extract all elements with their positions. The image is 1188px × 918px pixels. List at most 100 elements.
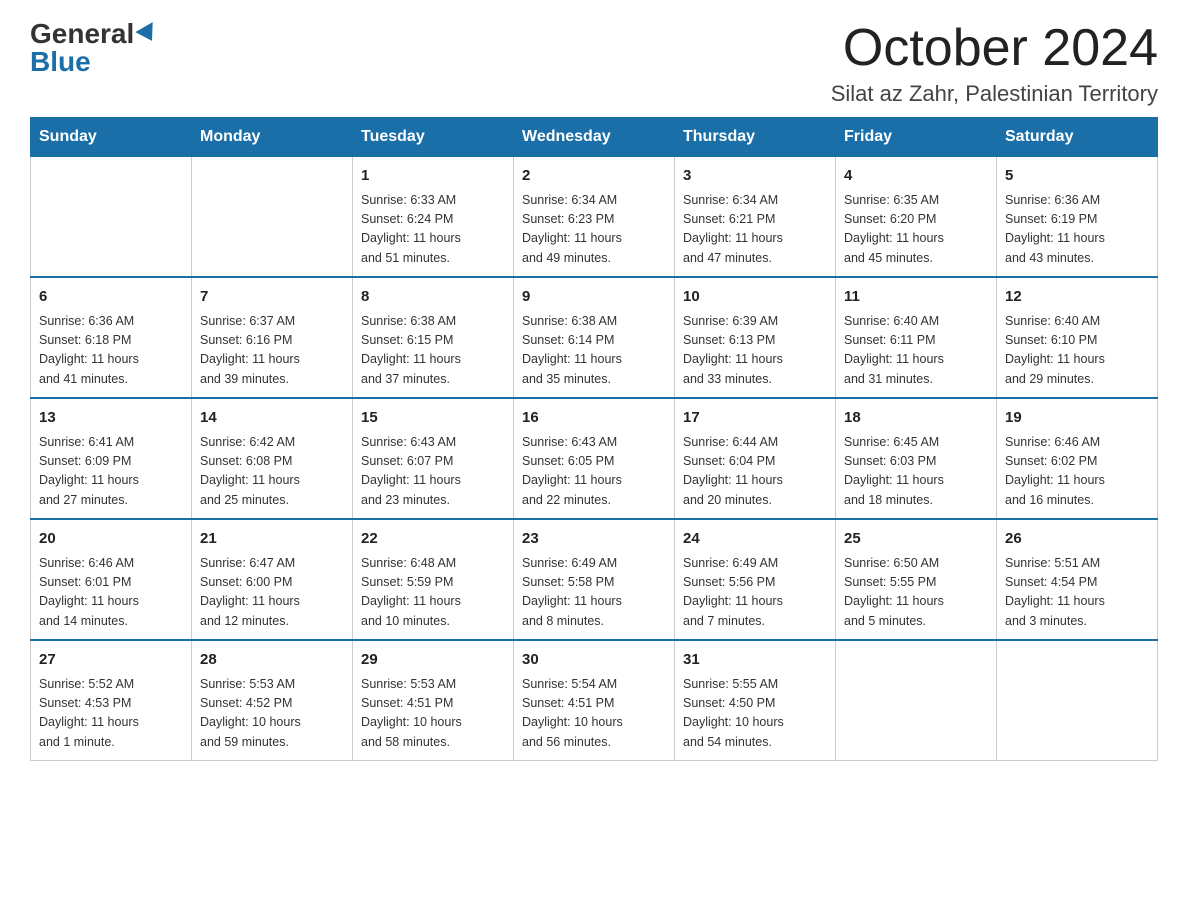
day-number: 8 bbox=[361, 286, 505, 309]
day-number: 27 bbox=[39, 649, 183, 672]
day-number: 23 bbox=[522, 528, 666, 551]
week-row-1: 1Sunrise: 6:33 AM Sunset: 6:24 PM Daylig… bbox=[31, 157, 1158, 278]
calendar-cell: 1Sunrise: 6:33 AM Sunset: 6:24 PM Daylig… bbox=[353, 157, 514, 278]
calendar-cell bbox=[192, 157, 353, 278]
day-info: Sunrise: 6:34 AM Sunset: 6:21 PM Dayligh… bbox=[683, 191, 827, 269]
weekday-header-tuesday: Tuesday bbox=[353, 118, 514, 157]
calendar-cell bbox=[836, 640, 997, 761]
day-info: Sunrise: 6:38 AM Sunset: 6:14 PM Dayligh… bbox=[522, 312, 666, 390]
day-info: Sunrise: 6:43 AM Sunset: 6:05 PM Dayligh… bbox=[522, 433, 666, 511]
calendar-cell: 26Sunrise: 5:51 AM Sunset: 4:54 PM Dayli… bbox=[997, 519, 1158, 640]
weekday-header-friday: Friday bbox=[836, 118, 997, 157]
calendar-table: SundayMondayTuesdayWednesdayThursdayFrid… bbox=[30, 117, 1158, 761]
day-info: Sunrise: 6:49 AM Sunset: 5:56 PM Dayligh… bbox=[683, 554, 827, 632]
calendar-cell: 28Sunrise: 5:53 AM Sunset: 4:52 PM Dayli… bbox=[192, 640, 353, 761]
calendar-cell: 13 Sunrise: 6:41 AM Sunset: 6:09 PM Dayli… bbox=[31, 398, 192, 519]
week-row-4: 20 Sunrise: 6:46 AM Sunset: 6:01 PM Dayli… bbox=[31, 519, 1158, 640]
day-info: Sunrise: 6:46 AM Sunset: 6:01 PM Dayligh… bbox=[39, 554, 183, 632]
day-info: Sunrise: 6:43 AM Sunset: 6:07 PM Dayligh… bbox=[361, 433, 505, 511]
day-info: Sunrise: 6:45 AM Sunset: 6:03 PM Dayligh… bbox=[844, 433, 988, 511]
day-number: 28 bbox=[200, 649, 344, 672]
calendar-cell: 9 Sunrise: 6:38 AM Sunset: 6:14 PM Daylig… bbox=[514, 277, 675, 398]
day-number: 9 bbox=[522, 286, 666, 309]
day-info: Sunrise: 6:39 AM Sunset: 6:13 PM Dayligh… bbox=[683, 312, 827, 390]
day-info: Sunrise: 5:53 AM Sunset: 4:51 PM Dayligh… bbox=[361, 675, 505, 753]
weekday-header-saturday: Saturday bbox=[997, 118, 1158, 157]
day-info: Sunrise: 5:54 AM Sunset: 4:51 PM Dayligh… bbox=[522, 675, 666, 753]
main-title: October 2024 bbox=[831, 20, 1158, 77]
day-info: Sunrise: 6:36 AM Sunset: 6:19 PM Dayligh… bbox=[1005, 191, 1149, 269]
day-number: 17 bbox=[683, 407, 827, 430]
day-number: 20 bbox=[39, 528, 183, 551]
weekday-header-row: SundayMondayTuesdayWednesdayThursdayFrid… bbox=[31, 118, 1158, 157]
day-info: Sunrise: 6:36 AM Sunset: 6:18 PM Dayligh… bbox=[39, 312, 183, 390]
week-row-3: 13 Sunrise: 6:41 AM Sunset: 6:09 PM Dayli… bbox=[31, 398, 1158, 519]
day-number: 14 bbox=[200, 407, 344, 430]
calendar-cell: 29 Sunrise: 5:53 AM Sunset: 4:51 PM Dayli… bbox=[353, 640, 514, 761]
day-number: 26 bbox=[1005, 528, 1149, 551]
calendar-cell: 4 Sunrise: 6:35 AM Sunset: 6:20 PM Daylig… bbox=[836, 157, 997, 278]
logo-blue-text: Blue bbox=[30, 48, 91, 76]
day-info: Sunrise: 6:44 AM Sunset: 6:04 PM Dayligh… bbox=[683, 433, 827, 511]
calendar-cell: 22 Sunrise: 6:48 AM Sunset: 5:59 PM Dayli… bbox=[353, 519, 514, 640]
logo-triangle-icon bbox=[136, 22, 161, 46]
calendar-cell: 25 Sunrise: 6:50 AM Sunset: 5:55 PM Dayli… bbox=[836, 519, 997, 640]
weekday-header-thursday: Thursday bbox=[675, 118, 836, 157]
day-info: Sunrise: 6:40 AM Sunset: 6:10 PM Dayligh… bbox=[1005, 312, 1149, 390]
day-info: Sunrise: 5:52 AM Sunset: 4:53 PM Dayligh… bbox=[39, 675, 183, 753]
day-number: 16 bbox=[522, 407, 666, 430]
calendar-cell: 14 Sunrise: 6:42 AM Sunset: 6:08 PM Dayli… bbox=[192, 398, 353, 519]
weekday-header-wednesday: Wednesday bbox=[514, 118, 675, 157]
day-number: 5 bbox=[1005, 165, 1149, 188]
day-number: 13 bbox=[39, 407, 183, 430]
calendar-cell: 5 Sunrise: 6:36 AM Sunset: 6:19 PM Daylig… bbox=[997, 157, 1158, 278]
day-info: Sunrise: 6:47 AM Sunset: 6:00 PM Dayligh… bbox=[200, 554, 344, 632]
calendar-cell bbox=[31, 157, 192, 278]
day-number: 3 bbox=[683, 165, 827, 188]
header: General Blue October 2024 Silat az Zahr,… bbox=[30, 20, 1158, 107]
day-number: 11 bbox=[844, 286, 988, 309]
calendar-cell: 24Sunrise: 6:49 AM Sunset: 5:56 PM Dayli… bbox=[675, 519, 836, 640]
calendar-cell: 19Sunrise: 6:46 AM Sunset: 6:02 PM Dayli… bbox=[997, 398, 1158, 519]
day-number: 18 bbox=[844, 407, 988, 430]
day-number: 21 bbox=[200, 528, 344, 551]
calendar-cell: 6 Sunrise: 6:36 AM Sunset: 6:18 PM Daylig… bbox=[31, 277, 192, 398]
subtitle: Silat az Zahr, Palestinian Territory bbox=[831, 81, 1158, 107]
day-info: Sunrise: 6:42 AM Sunset: 6:08 PM Dayligh… bbox=[200, 433, 344, 511]
logo: General Blue bbox=[30, 20, 158, 76]
day-info: Sunrise: 6:41 AM Sunset: 6:09 PM Dayligh… bbox=[39, 433, 183, 511]
day-number: 22 bbox=[361, 528, 505, 551]
day-number: 29 bbox=[361, 649, 505, 672]
day-info: Sunrise: 6:48 AM Sunset: 5:59 PM Dayligh… bbox=[361, 554, 505, 632]
day-number: 19 bbox=[1005, 407, 1149, 430]
week-row-2: 6 Sunrise: 6:36 AM Sunset: 6:18 PM Daylig… bbox=[31, 277, 1158, 398]
day-number: 4 bbox=[844, 165, 988, 188]
weekday-header-monday: Monday bbox=[192, 118, 353, 157]
weekday-header-sunday: Sunday bbox=[31, 118, 192, 157]
calendar-cell: 16 Sunrise: 6:43 AM Sunset: 6:05 PM Dayli… bbox=[514, 398, 675, 519]
day-info: Sunrise: 6:34 AM Sunset: 6:23 PM Dayligh… bbox=[522, 191, 666, 269]
day-number: 7 bbox=[200, 286, 344, 309]
day-number: 2 bbox=[522, 165, 666, 188]
calendar-cell: 12Sunrise: 6:40 AM Sunset: 6:10 PM Dayli… bbox=[997, 277, 1158, 398]
calendar-cell: 2 Sunrise: 6:34 AM Sunset: 6:23 PM Daylig… bbox=[514, 157, 675, 278]
day-number: 6 bbox=[39, 286, 183, 309]
calendar-cell: 20 Sunrise: 6:46 AM Sunset: 6:01 PM Dayli… bbox=[31, 519, 192, 640]
calendar-cell: 21 Sunrise: 6:47 AM Sunset: 6:00 PM Dayli… bbox=[192, 519, 353, 640]
day-number: 10 bbox=[683, 286, 827, 309]
day-info: Sunrise: 6:37 AM Sunset: 6:16 PM Dayligh… bbox=[200, 312, 344, 390]
day-info: Sunrise: 6:38 AM Sunset: 6:15 PM Dayligh… bbox=[361, 312, 505, 390]
calendar-cell bbox=[997, 640, 1158, 761]
day-number: 31 bbox=[683, 649, 827, 672]
day-number: 25 bbox=[844, 528, 988, 551]
calendar-cell: 30Sunrise: 5:54 AM Sunset: 4:51 PM Dayli… bbox=[514, 640, 675, 761]
day-info: Sunrise: 6:50 AM Sunset: 5:55 PM Dayligh… bbox=[844, 554, 988, 632]
day-info: Sunrise: 6:33 AM Sunset: 6:24 PM Dayligh… bbox=[361, 191, 505, 269]
calendar-cell: 10 Sunrise: 6:39 AM Sunset: 6:13 PM Dayli… bbox=[675, 277, 836, 398]
day-info: Sunrise: 6:49 AM Sunset: 5:58 PM Dayligh… bbox=[522, 554, 666, 632]
day-info: Sunrise: 6:35 AM Sunset: 6:20 PM Dayligh… bbox=[844, 191, 988, 269]
week-row-5: 27 Sunrise: 5:52 AM Sunset: 4:53 PM Dayli… bbox=[31, 640, 1158, 761]
calendar-cell: 11Sunrise: 6:40 AM Sunset: 6:11 PM Dayli… bbox=[836, 277, 997, 398]
calendar-cell: 8 Sunrise: 6:38 AM Sunset: 6:15 PM Daylig… bbox=[353, 277, 514, 398]
calendar-cell: 27 Sunrise: 5:52 AM Sunset: 4:53 PM Dayli… bbox=[31, 640, 192, 761]
